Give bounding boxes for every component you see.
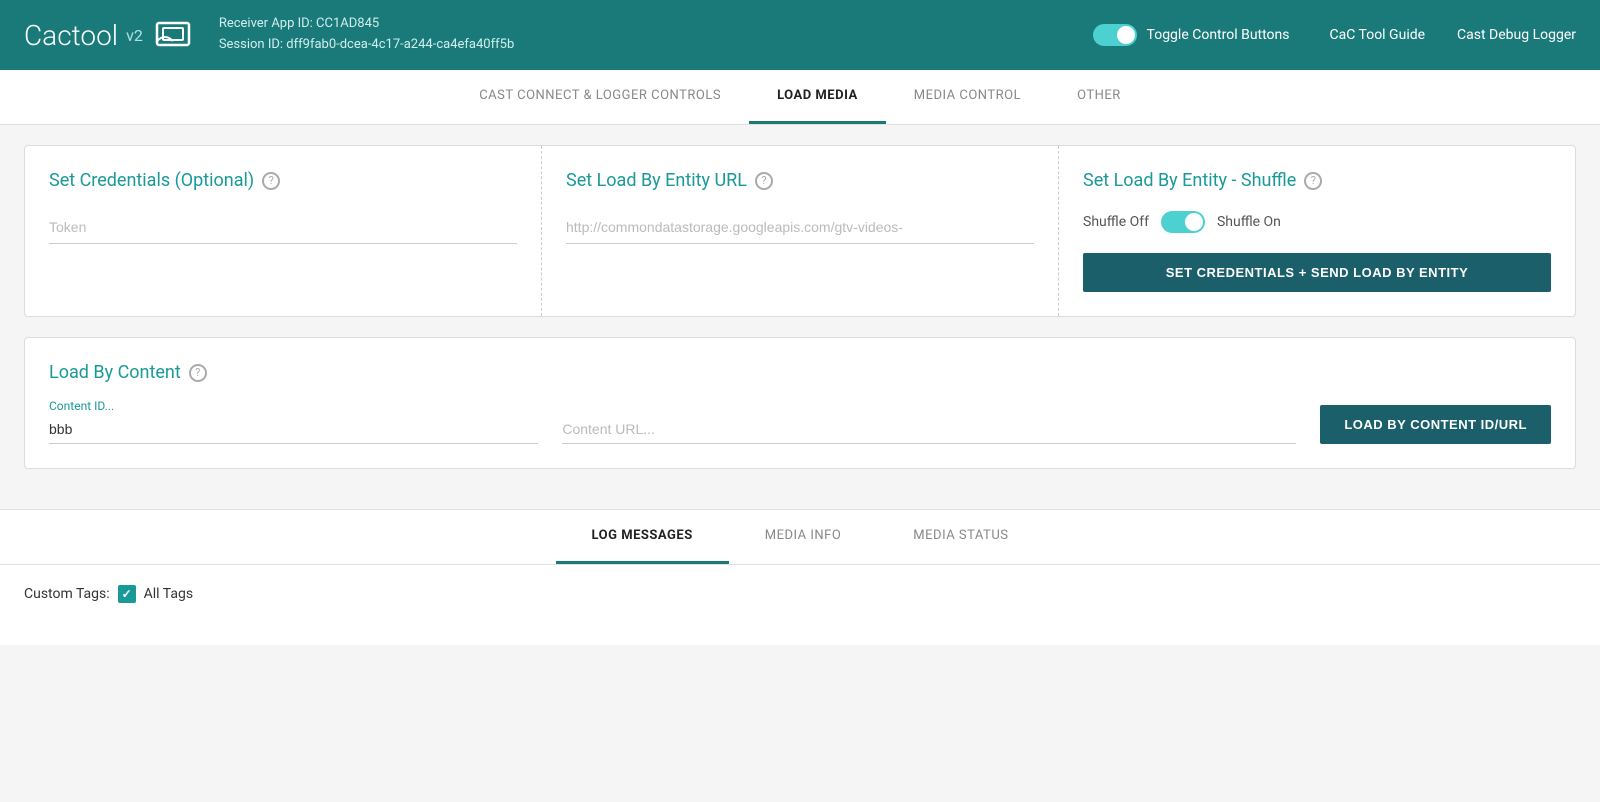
content-id-input[interactable] xyxy=(49,415,538,444)
cast-debug-logger-link[interactable]: Cast Debug Logger xyxy=(1457,27,1576,43)
set-entity-url-panel: Set Load By Entity URL ? xyxy=(542,146,1059,316)
header-nav: CaC Tool Guide Cast Debug Logger xyxy=(1330,27,1577,43)
credentials-title: Set Credentials (Optional) ? xyxy=(49,170,517,191)
shuffle-toggle-row: Shuffle Off Shuffle On xyxy=(1083,211,1551,233)
load-by-content-id-url-button[interactable]: LOAD BY CONTENT ID/URL xyxy=(1320,405,1551,444)
tab-cast-connect[interactable]: CAST CONNECT & LOGGER CONTROLS xyxy=(451,70,749,124)
tab-media-info[interactable]: MEDIA INFO xyxy=(729,510,878,564)
entity-shuffle-help-icon[interactable]: ? xyxy=(1304,172,1322,190)
bottom-content: Custom Tags: All Tags xyxy=(0,565,1600,645)
token-input[interactable] xyxy=(49,211,517,244)
custom-tags-row: Custom Tags: All Tags xyxy=(24,585,1576,603)
bottom-section: LOG MESSAGES MEDIA INFO MEDIA STATUS Cus… xyxy=(0,509,1600,645)
content-url-input[interactable] xyxy=(562,415,1296,444)
tab-other[interactable]: OTHER xyxy=(1049,70,1149,124)
bottom-tabs: LOG MESSAGES MEDIA INFO MEDIA STATUS xyxy=(0,510,1600,565)
credentials-help-icon[interactable]: ? xyxy=(262,172,280,190)
entity-url-input[interactable] xyxy=(566,211,1034,244)
app-header: Cactool v2 Receiver App ID: CC1AD845 Ses… xyxy=(0,0,1600,70)
entity-shuffle-title: Set Load By Entity - Shuffle ? xyxy=(1083,170,1551,191)
entity-url-title: Set Load By Entity URL ? xyxy=(566,170,1034,191)
session-info: Receiver App ID: CC1AD845 Session ID: df… xyxy=(219,14,1093,56)
all-tags-checkbox[interactable] xyxy=(118,585,136,603)
tab-media-status[interactable]: MEDIA STATUS xyxy=(877,510,1044,564)
custom-tags-label: Custom Tags: xyxy=(24,586,110,602)
load-by-content-panel: Load By Content ? Content ID... LOAD BY … xyxy=(24,337,1576,469)
main-tabs: CAST CONNECT & LOGGER CONTROLS LOAD MEDI… xyxy=(0,70,1600,125)
toggle-control-buttons-switch[interactable] xyxy=(1093,24,1137,46)
load-by-content-help-icon[interactable]: ? xyxy=(189,364,207,382)
tab-log-messages[interactable]: LOG MESSAGES xyxy=(556,510,729,564)
session-id: Session ID: dff9fab0-dcea-4c17-a244-ca4e… xyxy=(219,35,1093,56)
load-by-content-title: Load By Content ? xyxy=(49,362,1551,383)
content-id-group: Content ID... xyxy=(49,399,538,444)
cac-tool-guide-link[interactable]: CaC Tool Guide xyxy=(1330,27,1426,43)
app-version: v2 xyxy=(126,26,143,45)
set-credentials-send-load-by-entity-button[interactable]: SET CREDENTIALS + SEND LOAD BY ENTITY xyxy=(1083,253,1551,292)
receiver-app-id: Receiver App ID: CC1AD845 xyxy=(219,14,1093,35)
set-entity-shuffle-panel: Set Load By Entity - Shuffle ? Shuffle O… xyxy=(1059,146,1575,316)
entity-url-help-icon[interactable]: ? xyxy=(755,172,773,190)
toggle-control-buttons-label: Toggle Control Buttons xyxy=(1147,27,1290,43)
tab-media-control[interactable]: MEDIA CONTROL xyxy=(886,70,1049,124)
content-inputs-row: Content ID... LOAD BY CONTENT ID/URL xyxy=(49,399,1551,444)
set-credentials-panel: Set Credentials (Optional) ? xyxy=(25,146,542,316)
shuffle-toggle-switch[interactable] xyxy=(1161,211,1205,233)
app-name: Cactool xyxy=(24,19,118,52)
content-url-group xyxy=(562,415,1296,444)
all-tags-label: All Tags xyxy=(144,586,193,602)
shuffle-off-label: Shuffle Off xyxy=(1083,214,1149,230)
main-content: Set Credentials (Optional) ? Set Load By… xyxy=(0,125,1600,509)
tab-load-media[interactable]: LOAD MEDIA xyxy=(749,70,886,124)
cast-icon xyxy=(155,19,195,51)
content-id-label: Content ID... xyxy=(49,399,538,413)
toggle-control-buttons-group: Toggle Control Buttons xyxy=(1093,24,1290,46)
top-panels-row: Set Credentials (Optional) ? Set Load By… xyxy=(24,145,1576,317)
logo: Cactool v2 xyxy=(24,19,195,52)
shuffle-on-label: Shuffle On xyxy=(1217,214,1281,230)
